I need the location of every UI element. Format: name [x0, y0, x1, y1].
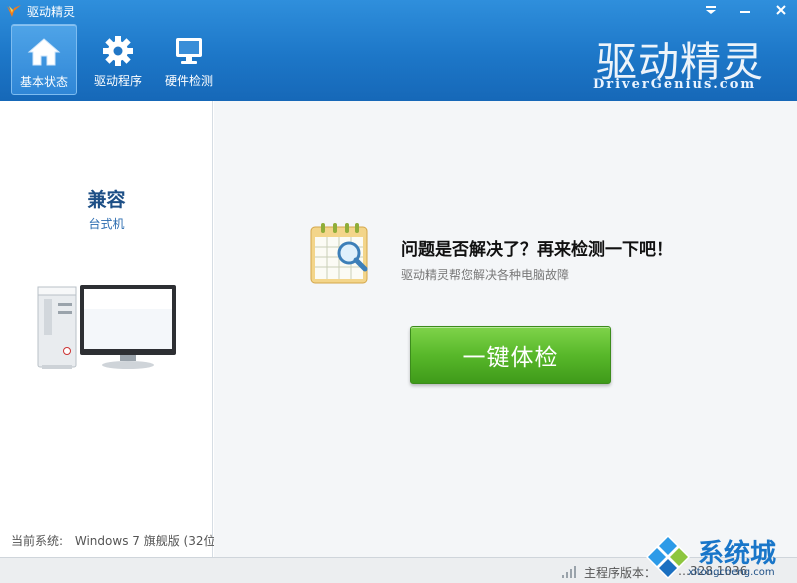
- app-logo-icon: [7, 5, 21, 17]
- one-click-check-button[interactable]: 一键体检: [410, 326, 611, 384]
- tab-hardware-check[interactable]: 硬件检测: [156, 24, 222, 95]
- sidebar: 兼容 台式机 当前系统: Windows 7 旗舰版 (32位): [0, 101, 220, 557]
- os-value: Windows 7 旗舰版 (32位): [74, 534, 221, 548]
- app-title: 驱动精灵: [27, 5, 76, 19]
- brand-logo: 驱动精灵 DriverGenius.com: [590, 28, 770, 96]
- close-icon: [776, 5, 786, 15]
- home-icon: [27, 35, 61, 69]
- watermark-logo-icon: [646, 535, 690, 579]
- watermark: 系统城 xitongcheng.com: [642, 531, 797, 583]
- minimize-icon: [740, 11, 750, 13]
- tab-label: 硬件检测: [164, 74, 213, 88]
- monitor-icon: [172, 34, 206, 68]
- gear-icon: [101, 34, 135, 68]
- close-button[interactable]: [767, 0, 795, 20]
- header-bar: 驱动精灵 基本状态 驱动程序 硬件检测 驱动精灵 DriverGenius.co…: [0, 0, 797, 101]
- tab-label: 基本状态: [19, 75, 68, 89]
- brand-name-en: DriverGenius.com: [593, 77, 757, 92]
- menu-dropdown-button[interactable]: [697, 0, 725, 20]
- desktop-computer-icon: [37, 285, 176, 369]
- menu-icon: [706, 6, 716, 14]
- title-bar: 驱动精灵: [0, 0, 797, 22]
- os-label: 当前系统:: [11, 534, 64, 548]
- watermark-text: 系统城: [698, 539, 777, 569]
- question-title: 问题是否解决了？再来检测一下吧！: [401, 240, 673, 260]
- watermark-url: xitongcheng.com: [688, 567, 775, 578]
- main-panel: 问题是否解决了？再来检测一下吧！ 驱动精灵帮您解决各种电脑故障 一键体检: [214, 101, 797, 557]
- signal-icon: [562, 566, 576, 578]
- question-subtitle: 驱动精灵帮您解决各种电脑故障: [401, 268, 570, 282]
- tab-label: 驱动程序: [93, 74, 142, 88]
- tab-basic-status[interactable]: 基本状态: [11, 24, 77, 95]
- minimize-button[interactable]: [731, 0, 759, 20]
- device-type: 台式机: [88, 217, 125, 231]
- current-os: 当前系统: Windows 7 旗舰版 (32位): [11, 532, 220, 549]
- tab-drivers[interactable]: 驱动程序: [85, 24, 151, 95]
- calendar-search-icon: [310, 223, 368, 284]
- compat-title: 兼容: [87, 189, 126, 211]
